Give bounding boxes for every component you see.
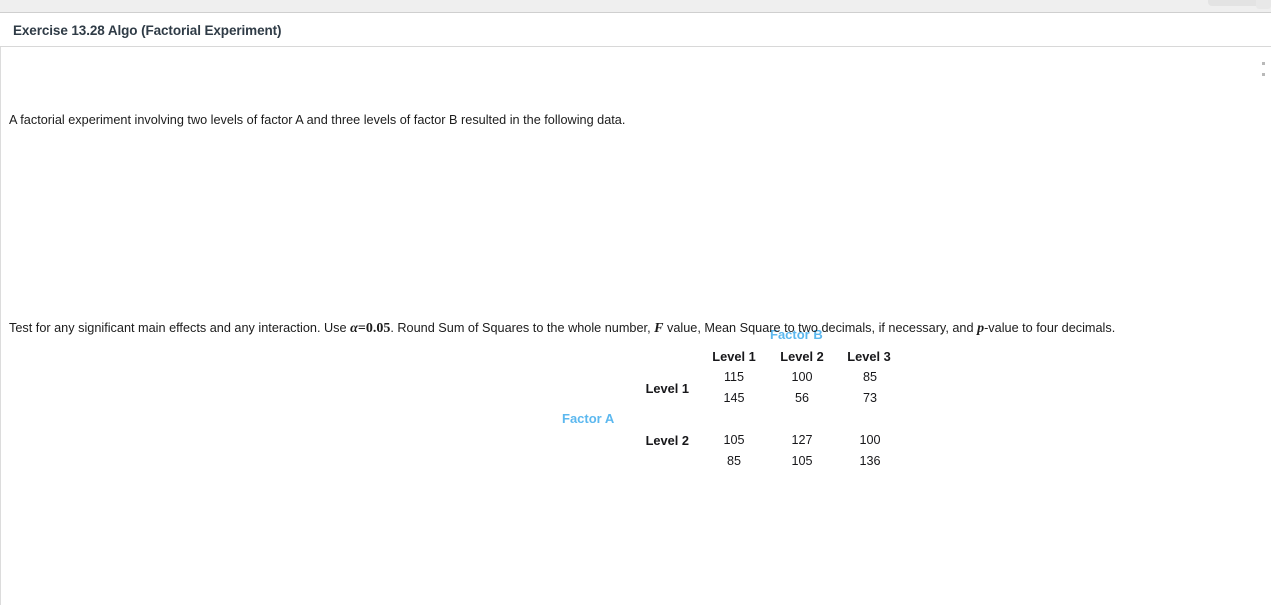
row-header-level-2: Level 2 bbox=[609, 433, 689, 448]
data-cell: 145 bbox=[697, 391, 771, 405]
intro-paragraph: A factorial experiment involving two lev… bbox=[9, 113, 625, 127]
alpha-value: 0.05 bbox=[366, 321, 391, 336]
content-left-rule bbox=[0, 47, 1, 605]
page-title: Exercise 13.28 Algo (Factorial Experimen… bbox=[13, 23, 281, 38]
instruction-text-part-1: Test for any significant main effects an… bbox=[9, 321, 347, 335]
data-cell: 115 bbox=[697, 370, 771, 384]
question-header: Exercise 13.28 Algo (Factorial Experimen… bbox=[0, 13, 1271, 47]
question-page: Exercise 13.28 Algo (Factorial Experimen… bbox=[0, 0, 1271, 605]
data-cell: 100 bbox=[765, 370, 839, 384]
f-symbol: F bbox=[654, 321, 663, 336]
data-cell: 85 bbox=[697, 454, 771, 468]
data-cell: 85 bbox=[833, 370, 907, 384]
column-header-level-2: Level 2 bbox=[765, 349, 839, 364]
data-cell: 73 bbox=[833, 391, 907, 405]
experiment-data-table: Factor B Factor A Level 1 Level 2 Level … bbox=[0, 160, 1000, 320]
data-cell: 127 bbox=[765, 433, 839, 447]
column-header-level-3: Level 3 bbox=[832, 349, 906, 364]
factor-a-label: Factor A bbox=[562, 411, 614, 426]
browser-button-partial[interactable] bbox=[1256, 0, 1271, 9]
instruction-text-part-3: value, Mean Square to two decimals, if n… bbox=[667, 321, 974, 335]
equals-symbol: = bbox=[358, 321, 366, 336]
instruction-paragraph: Test for any significant main effects an… bbox=[9, 321, 1115, 337]
instruction-text-part-4: -value to four decimals. bbox=[984, 321, 1115, 335]
instruction-text-part-2: . Round Sum of Squares to the whole numb… bbox=[390, 321, 650, 335]
scroll-indicator-dot[interactable] bbox=[1262, 62, 1265, 65]
data-cell: 100 bbox=[833, 433, 907, 447]
row-header-level-1: Level 1 bbox=[609, 381, 689, 396]
data-cell: 56 bbox=[765, 391, 839, 405]
data-cell: 105 bbox=[765, 454, 839, 468]
data-cell: 136 bbox=[833, 454, 907, 468]
browser-chrome-strip bbox=[0, 0, 1271, 13]
alpha-symbol: α bbox=[350, 321, 358, 336]
data-cell: 105 bbox=[697, 433, 771, 447]
scroll-indicator-dot[interactable] bbox=[1262, 73, 1265, 76]
column-header-level-1: Level 1 bbox=[697, 349, 771, 364]
